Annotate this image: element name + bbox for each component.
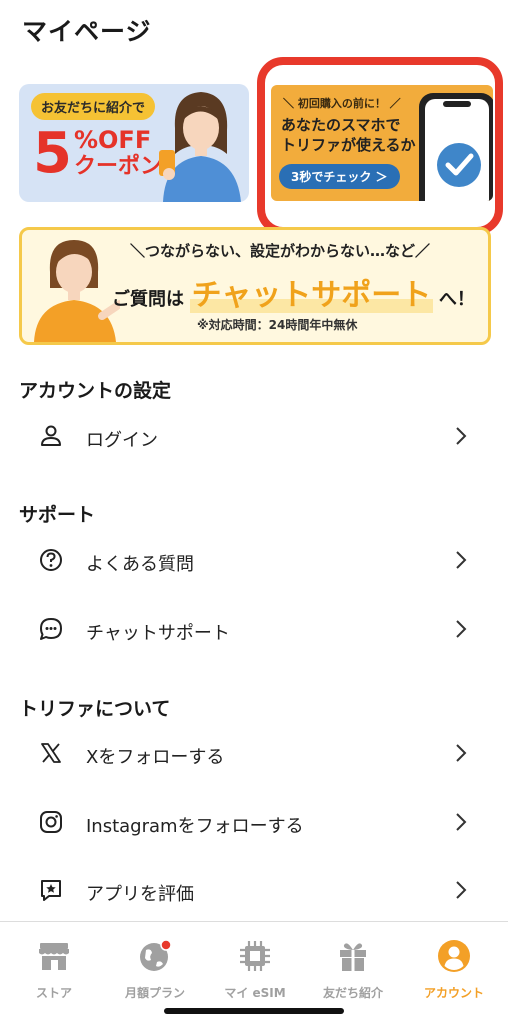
menu-item-faq[interactable]: よくある質問: [0, 536, 508, 586]
phone-check-line1: あなたのスマホで: [281, 116, 401, 134]
chat-support-banner[interactable]: ＼つながらない、設定がわからない…など／ ご質問は チャットサポート へ！ ※対…: [19, 227, 491, 345]
person-icon: [41, 425, 61, 446]
gift-icon: [340, 943, 366, 971]
menu-item-label: ログイン: [86, 430, 158, 451]
chevron-right-icon: [456, 551, 467, 569]
account-icon: [438, 940, 470, 972]
referral-coupon-banner[interactable]: お友だちに紹介で 5 %OFF クーポン: [19, 84, 249, 202]
chat-hours: ※対応時間：24時間年中無休: [197, 318, 358, 332]
menu-item-label: Instagramをフォローする: [86, 816, 304, 837]
menu-item-follow-instagram[interactable]: Instagramをフォローする: [0, 798, 508, 848]
chevron-right-icon: [456, 881, 467, 899]
tab-friend-referral[interactable]: 友だち紹介: [303, 922, 403, 1012]
chat-banner-subtitle: ＼つながらない、設定がわからない…など／: [130, 242, 431, 260]
menu-item-label: Xをフォローする: [86, 747, 225, 768]
tab-my-esim[interactable]: マイ eSIM: [205, 922, 305, 1012]
woman-pointing-illustration-icon: [34, 240, 120, 342]
section-title-account: アカウントの設定: [19, 380, 172, 402]
menu-item-label: チャットサポート: [86, 623, 230, 644]
chevron-right-icon: [456, 744, 467, 762]
chat-highlight: チャットサポート: [189, 278, 434, 313]
chat-banner-title: ご質問は チャットサポート へ！: [112, 270, 475, 314]
tab-monthly-plan[interactable]: 月額プラン: [105, 922, 205, 1012]
phone-check-subtitle: ＼ 初回購入の前に！ ／: [283, 97, 401, 110]
menu-item-label: アプリを評価: [86, 884, 194, 905]
menu-item-label: よくある質問: [86, 554, 194, 575]
menu-item-follow-x[interactable]: Xをフォローする: [0, 729, 508, 779]
tab-label: 友だち紹介: [322, 986, 383, 1000]
page-title: マイページ: [22, 17, 152, 46]
chevron-right-icon: [456, 620, 467, 638]
smartphone-check-icon: [419, 93, 493, 201]
woman-illustration-icon: [159, 92, 241, 202]
phone-check-banner[interactable]: ＼ 初回購入の前に！ ／ あなたのスマホで トリファが使えるか 3秒でチェック …: [271, 85, 493, 201]
tab-label: ストア: [35, 986, 72, 1000]
section-title-support: サポート: [19, 504, 96, 526]
tab-label: アカウント: [423, 986, 484, 1000]
section-title-about: トリファについて: [19, 698, 171, 720]
menu-item-chat-support[interactable]: チャットサポート: [0, 605, 508, 655]
tab-account[interactable]: アカウント: [404, 922, 504, 1012]
check-button[interactable]: 3秒でチェック ＞: [279, 164, 400, 189]
store-icon: [39, 943, 69, 970]
coupon-off: %OFF: [73, 126, 152, 154]
question-icon: [40, 549, 62, 571]
star-review-icon: [41, 880, 61, 901]
chevron-right-icon: [456, 427, 467, 445]
coupon-number: 5: [33, 121, 72, 186]
menu-item-rate-app[interactable]: アプリを評価: [0, 866, 508, 916]
home-indicator: [164, 1008, 344, 1014]
chat-bubble-icon: [40, 618, 62, 640]
x-logo-icon: [41, 743, 61, 763]
tab-label: 月額プラン: [124, 986, 185, 1000]
chevron-right-icon: [456, 813, 467, 831]
globe-icon: [140, 939, 172, 971]
coupon-label: クーポン: [73, 154, 162, 179]
phone-check-line2: トリファが使えるか: [281, 136, 416, 154]
tab-label: マイ eSIM: [224, 986, 286, 1000]
referral-tag: お友だちに紹介で: [31, 93, 156, 120]
tab-store[interactable]: ストア: [4, 922, 104, 1012]
menu-item-login[interactable]: ログイン: [0, 412, 508, 462]
phone-check-title: あなたのスマホで トリファが使えるか: [281, 115, 416, 155]
chat-prefix: ご質問は: [112, 289, 184, 310]
chip-icon: [240, 941, 270, 971]
coupon-text: 5 %OFF クーポン: [33, 126, 162, 182]
chat-suffix: へ！: [438, 289, 475, 310]
instagram-icon: [40, 811, 62, 833]
